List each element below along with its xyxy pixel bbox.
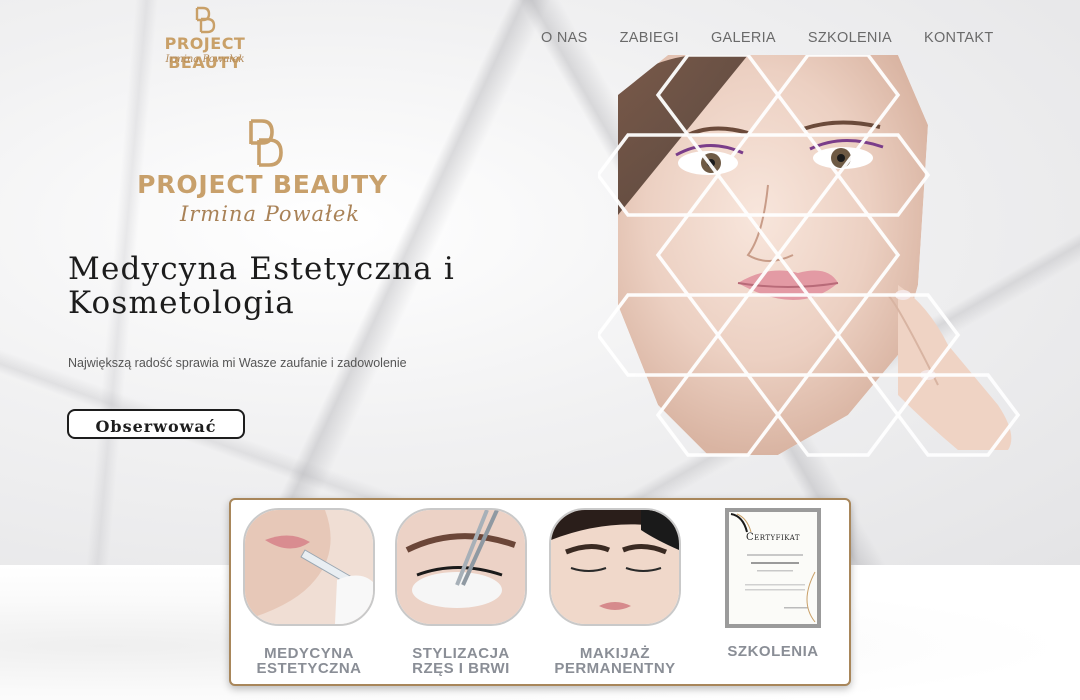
nav-item-galeria[interactable]: GALERIA xyxy=(695,30,792,46)
hero-headline: Medycyna Estetyczna i Kosmetologia xyxy=(68,251,456,321)
face-image xyxy=(595,53,1021,457)
hero-logo-monogram-icon xyxy=(249,119,283,167)
service-label: MEDYCYNA ESTETYCZNA xyxy=(256,645,362,677)
hero-logo-script-text: Irmina Powałek xyxy=(179,202,361,226)
service-trainings[interactable]: Certyfikat SZKOLENIA xyxy=(703,508,843,659)
nav-item-o-nas[interactable]: O NAS xyxy=(525,30,604,46)
certificate-image: Certyfikat xyxy=(725,508,821,628)
main-nav: O NAS ZABIEGI GALERIA SZKOLENIA KONTAKT xyxy=(525,30,1010,46)
face-hexagon-collage xyxy=(595,53,1028,490)
logo-monogram-icon xyxy=(195,6,216,34)
hero-logo: PROJECT BEAUTY Irmina Powałek xyxy=(130,118,395,238)
certificate-title: Certyfikat xyxy=(745,532,801,543)
hero-tagline: Największą radość sprawia mi Wasze zaufa… xyxy=(68,356,407,370)
header-logo[interactable]: PROJECT BEAUTY Irmina Powałek xyxy=(130,6,280,72)
service-aesthetic-medicine[interactable]: MEDYCYNA ESTETYCZNA xyxy=(239,508,379,676)
aesthetic-medicine-image xyxy=(243,508,375,626)
services-panel: MEDYCYNA ESTETYCZNA STYLIZACJA RZĘS I BRWI xyxy=(229,498,851,686)
nav-item-szkolenia[interactable]: SZKOLENIA xyxy=(792,30,908,46)
follow-button[interactable]: Obserwować xyxy=(67,409,245,439)
nav-item-kontakt[interactable]: KONTAKT xyxy=(908,30,1010,46)
logo-brand-text: PROJECT BEAUTY xyxy=(164,34,246,72)
lash-styling-image xyxy=(395,508,527,626)
service-lash-brow-styling[interactable]: STYLIZACJA RZĘS I BRWI xyxy=(391,508,531,676)
permanent-makeup-image xyxy=(549,508,681,626)
nav-item-zabiegi[interactable]: ZABIEGI xyxy=(604,30,695,46)
service-label: MAKIJAŻ PERMANENTNY xyxy=(554,645,676,677)
service-label: SZKOLENIA xyxy=(727,643,819,660)
logo-script-text: Irmina Powałek xyxy=(165,54,245,65)
hero-logo-brand-text: PROJECT BEAUTY xyxy=(137,170,388,199)
service-permanent-makeup[interactable]: MAKIJAŻ PERMANENTNY xyxy=(545,508,685,676)
service-label: STYLIZACJA RZĘS I BRWI xyxy=(412,645,510,677)
